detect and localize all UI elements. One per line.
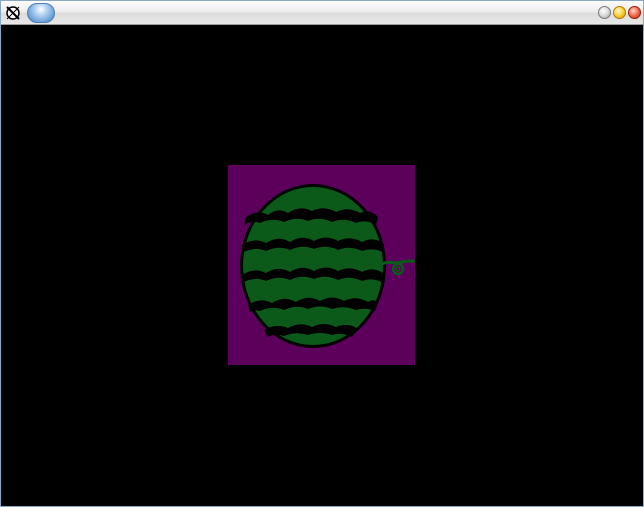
game-canvas[interactable] [1, 25, 643, 506]
restore-button[interactable] [598, 6, 611, 19]
watermelon-sprite [228, 165, 415, 365]
minimize-button[interactable] [613, 6, 626, 19]
close-button[interactable] [628, 6, 641, 19]
app-window [0, 0, 644, 507]
title-bar[interactable] [1, 1, 643, 25]
watermelon-icon [240, 184, 415, 348]
menu-button[interactable] [27, 3, 55, 23]
crossed-circle-icon[interactable] [5, 5, 21, 21]
